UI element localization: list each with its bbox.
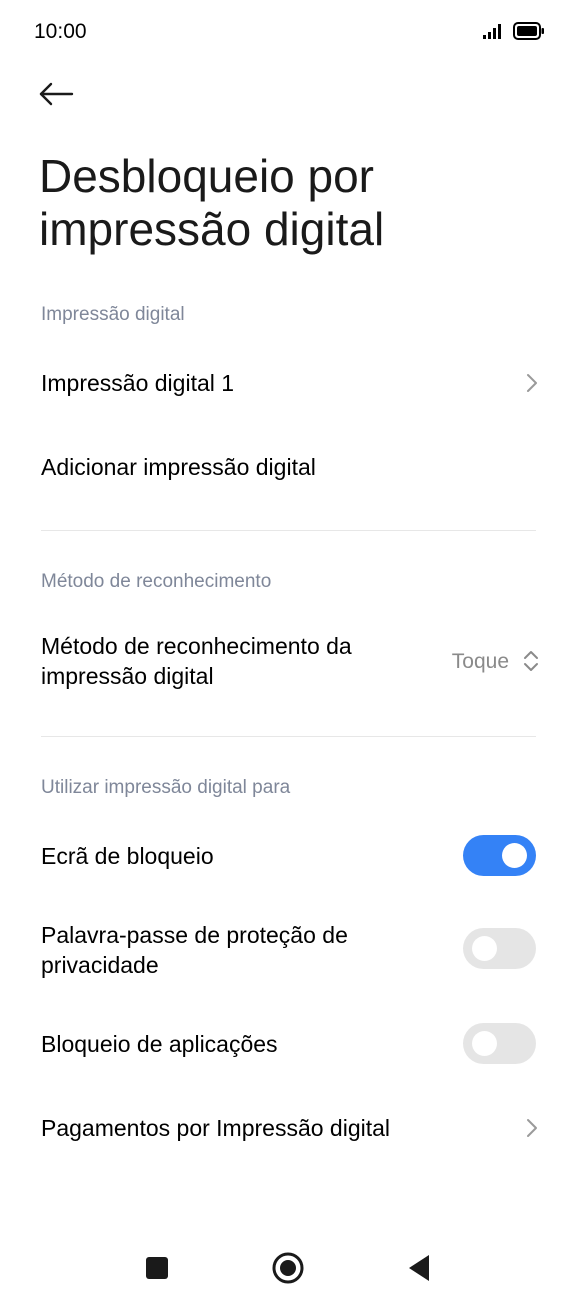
app-lock-toggle[interactable] [463,1023,536,1064]
home-circle-icon [271,1251,305,1290]
back-nav-button[interactable] [399,1250,439,1290]
recents-square-icon [145,1256,169,1285]
lock-screen-label: Ecrã de bloqueio [41,843,214,869]
section-header-usage: Utilizar impressão digital para [41,777,291,798]
arrow-left-icon [38,82,74,111]
privacy-password-toggle[interactable] [463,928,536,969]
recognition-method-value: Toque [451,650,509,673]
signal-icon [483,23,505,44]
fingerprint-1-label: Impressão digital 1 [41,370,235,396]
divider [41,736,536,737]
fingerprint-payments-item[interactable]: Pagamentos por Impressão digital [0,1097,577,1159]
up-down-chevron-icon [523,648,539,679]
status-bar: 10:00 [0,0,577,64]
toggle-knob [472,936,497,961]
section-header-fingerprint: Impressão digital [41,304,185,325]
fingerprint-1-item[interactable]: Impressão digital 1 [0,352,577,414]
divider [41,530,536,531]
add-fingerprint-item[interactable]: Adicionar impressão digital [0,436,577,498]
toggle-knob [502,843,527,868]
privacy-password-label: Palavra-passe de proteção de privacidade [41,922,348,978]
home-button[interactable] [268,1250,308,1290]
navigation-bar [0,1240,577,1300]
status-icons [483,22,545,45]
recognition-method-label: Método de reconhecimento da impressão di… [41,633,352,689]
section-header-recognition: Método de reconhecimento [41,571,272,592]
app-lock-item: Bloqueio de aplicações [0,1014,577,1074]
toggle-knob [472,1031,497,1056]
chevron-right-icon [525,372,539,399]
privacy-password-item: Palavra-passe de proteção de privacidade [0,912,577,988]
chevron-right-icon [525,1117,539,1144]
recognition-method-item[interactable]: Método de reconhecimento da impressão di… [0,620,577,702]
lock-screen-toggle[interactable] [463,835,536,876]
lock-screen-item: Ecrã de bloqueio [0,826,577,886]
add-fingerprint-label: Adicionar impressão digital [41,454,316,480]
page-title: Desbloqueio por impressão digital [39,150,385,255]
recents-button[interactable] [137,1250,177,1290]
battery-icon [513,22,545,45]
fingerprint-payments-label: Pagamentos por Impressão digital [41,1115,391,1141]
status-time: 10:00 [34,20,87,43]
back-triangle-icon [407,1254,431,1287]
app-lock-label: Bloqueio de aplicações [41,1031,278,1057]
back-button[interactable] [34,74,78,118]
